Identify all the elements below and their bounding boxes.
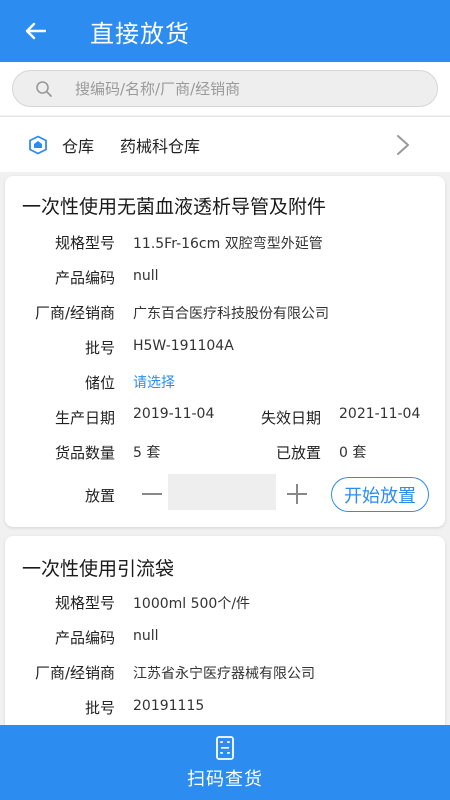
top-bar: 直接放货 — [0, 0, 450, 62]
maker-label: 厂商/经销商 — [34, 304, 115, 322]
prod-date-label: 生产日期 — [54, 409, 115, 427]
batch-label: 批号 — [84, 339, 115, 357]
spec-label: 规格型号 — [54, 234, 115, 252]
place-quantity-input[interactable] — [168, 474, 276, 510]
decrement-button[interactable] — [138, 480, 166, 508]
product-name: 一次性使用引流袋 — [22, 558, 175, 580]
spec-value: 1000ml 500个/件 — [133, 596, 251, 612]
warehouse-value: 药械科仓库 — [120, 136, 201, 156]
batch-value: H5W-191104A — [133, 338, 234, 354]
qty-label: 货品数量 — [54, 444, 115, 462]
search-input[interactable] — [75, 79, 405, 98]
spec-value: 11.5Fr-16cm 双腔弯型外延管 — [133, 236, 323, 252]
batch-value: 20191115 — [133, 698, 205, 714]
product-card: 一次性使用无菌血液透析导管及附件 规格型号 11.5Fr-16cm 双腔弯型外延… — [5, 176, 445, 527]
page-title: 直接放货 — [90, 19, 190, 48]
arrow-left-icon — [25, 22, 46, 40]
code-value: null — [133, 268, 159, 284]
qty-value: 5 套 — [133, 445, 161, 461]
code-value: null — [133, 628, 159, 644]
product-card: 一次性使用引流袋 规格型号 1000ml 500个/件 产品编码 null 厂商… — [5, 536, 445, 736]
scan-label: 扫码查货 — [187, 769, 263, 790]
maker-value: 江苏省永宁医疗器械有限公司 — [133, 666, 315, 682]
code-label: 产品编码 — [54, 629, 115, 647]
exp-date-label: 失效日期 — [260, 409, 321, 427]
location-select[interactable]: 请选择 — [133, 372, 175, 392]
search-icon — [36, 80, 52, 97]
code-label: 产品编码 — [54, 269, 115, 287]
start-placing-button[interactable]: 开始放置 — [331, 477, 429, 512]
scan-icon — [216, 736, 234, 760]
prod-date-value: 2019-11-04 — [133, 406, 215, 422]
maker-value: 广东百合医疗科技股份有限公司 — [133, 306, 329, 322]
warehouse-selector[interactable]: 仓库 药械科仓库 — [0, 116, 450, 172]
search-bar[interactable] — [12, 70, 438, 107]
spec-label: 规格型号 — [54, 594, 115, 612]
chevron-right-icon — [397, 135, 409, 155]
plus-icon — [287, 484, 307, 504]
product-name: 一次性使用无菌血液透析导管及附件 — [22, 196, 327, 218]
minus-icon — [142, 493, 162, 495]
batch-label: 批号 — [84, 699, 115, 717]
search-section — [0, 62, 450, 115]
increment-button[interactable] — [283, 480, 311, 508]
place-label: 放置 — [84, 487, 115, 505]
exp-date-value: 2021-11-04 — [339, 406, 421, 422]
placed-value: 0 套 — [339, 445, 367, 461]
location-label: 储位 — [84, 374, 115, 392]
warehouse-icon — [29, 135, 47, 154]
placed-label: 已放置 — [275, 444, 321, 462]
scan-button[interactable]: 扫码查货 — [0, 725, 450, 800]
warehouse-label: 仓库 — [62, 136, 95, 156]
back-button[interactable] — [0, 0, 70, 62]
maker-label: 厂商/经销商 — [34, 664, 115, 682]
